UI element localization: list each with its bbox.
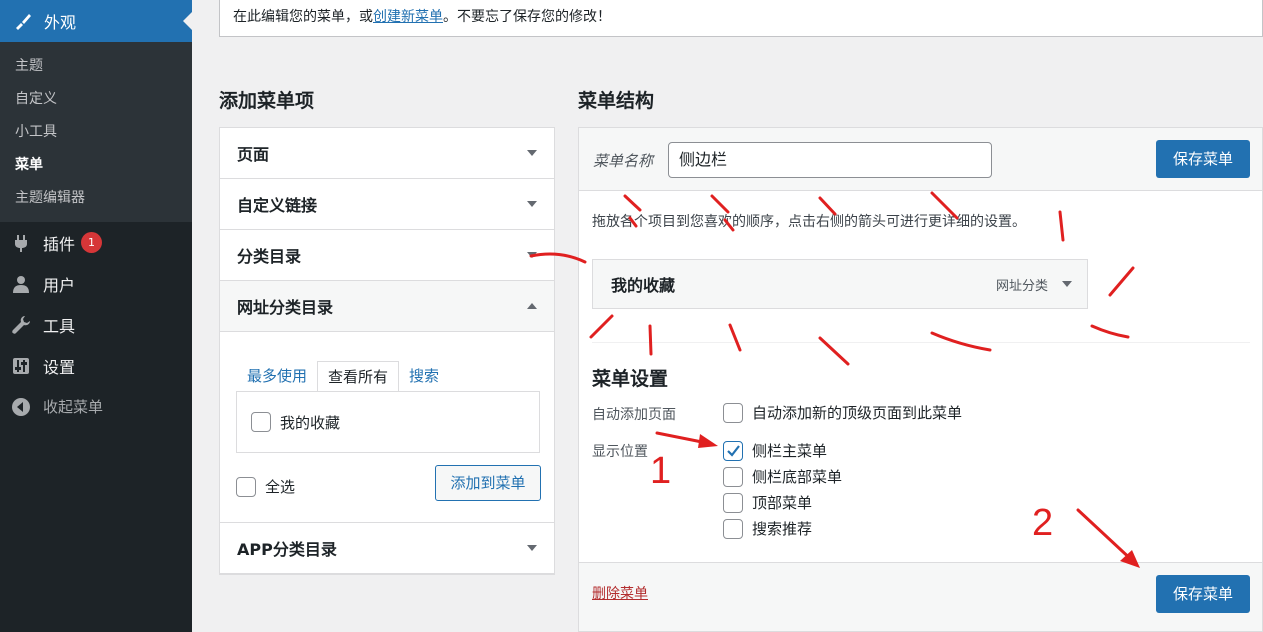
plugin-icon — [10, 232, 32, 254]
auto-add-checkbox[interactable] — [723, 402, 743, 423]
menu-structure-title: 菜单结构 — [578, 90, 655, 112]
accordion-title: APP分类目录 — [237, 540, 337, 559]
sidebar-collapse-label: 收起菜单 — [43, 398, 104, 416]
sidebar-item-label: 工具 — [43, 316, 76, 336]
submenu-theme-editor[interactable]: 主题编辑器 — [0, 182, 192, 215]
sidebar-item-label: 设置 — [43, 357, 76, 377]
save-menu-button-bottom[interactable]: 保存菜单 — [1156, 575, 1250, 613]
drag-instructions: 拖放各个项目到您喜欢的顺序，点击右侧的箭头可进行更详细的设置。 — [592, 214, 1026, 230]
notice-text-end: 。不要忘了保存您的修改！ — [443, 9, 611, 25]
favorites-label: 我的收藏 — [280, 413, 341, 432]
auto-add-option: 自动添加新的顶级页面到此菜单 — [723, 402, 962, 423]
location-search-recommend-checkbox[interactable] — [723, 518, 743, 539]
tab-view-all[interactable]: 查看所有 — [317, 361, 400, 392]
accordion-title: 自定义链接 — [237, 196, 318, 215]
save-menu-button-top[interactable]: 保存菜单 — [1156, 140, 1250, 178]
add-menu-items-panel: 页面 自定义链接 分类目录 网址分类目录 最多使用 查看所有 搜索 我的收藏 全… — [219, 127, 555, 575]
appearance-submenu: 主题 自定义 小工具 菜单 主题编辑器 — [0, 42, 192, 222]
submenu-customize[interactable]: 自定义 — [0, 83, 192, 116]
edit-notice: 在此编辑您的菜单，或创建新菜单。不要忘了保存您的修改！ — [219, 0, 1263, 37]
sidebar-item-label: 插件 — [43, 234, 76, 254]
menu-item-type: 网址分类 — [995, 278, 1048, 294]
location-label: 搜索推荐 — [752, 520, 813, 538]
sidebar-item-tools[interactable]: 工具 — [0, 304, 192, 345]
location-label: 侧栏主菜单 — [752, 442, 828, 460]
chevron-down-icon — [527, 252, 537, 258]
select-all-label: 全选 — [265, 478, 296, 496]
accordion-custom-links[interactable]: 自定义链接 — [220, 179, 554, 230]
sidebar-item-plugins[interactable]: 插件 1 — [0, 222, 192, 263]
menu-name-input[interactable]: 侧边栏 — [668, 142, 992, 178]
chevron-down-icon — [527, 150, 537, 156]
notice-text: 在此编辑您的菜单，或 — [233, 9, 373, 25]
menu-name-label: 菜单名称 — [593, 152, 654, 170]
accordion-title: 网址分类目录 — [237, 298, 334, 317]
user-icon — [10, 273, 32, 295]
menu-item-title: 我的收藏 — [611, 276, 676, 295]
auto-add-option-label: 自动添加新的顶级页面到此菜单 — [752, 404, 963, 422]
submenu-themes[interactable]: 主题 — [0, 50, 192, 83]
submenu-widgets[interactable]: 小工具 — [0, 116, 192, 149]
settings-icon — [10, 355, 32, 377]
add-to-menu-button[interactable]: 添加到菜单 — [435, 465, 541, 501]
auto-add-label: 自动添加页面 — [592, 407, 676, 423]
location-search-recommend: 搜索推荐 — [723, 518, 812, 539]
accordion-categories[interactable]: 分类目录 — [220, 230, 554, 281]
select-all: 全选 — [236, 476, 295, 497]
sidebar-appearance[interactable]: 外观 — [0, 0, 192, 42]
location-label: 顶部菜单 — [752, 494, 813, 512]
accordion-app-categories[interactable]: APP分类目录 — [220, 523, 554, 574]
divider — [592, 342, 1250, 343]
accordion-pages[interactable]: 页面 — [220, 128, 554, 179]
accordion-title: 分类目录 — [237, 247, 302, 266]
wrench-icon — [10, 314, 32, 336]
menu-structure-panel: 菜单名称 侧边栏 保存菜单 拖放各个项目到您喜欢的顺序，点击右侧的箭头可进行更详… — [578, 127, 1263, 632]
location-sidebar-bottom: 侧栏底部菜单 — [723, 466, 842, 487]
sidebar-item-settings[interactable]: 设置 — [0, 345, 192, 386]
create-menu-link[interactable]: 创建新菜单 — [373, 9, 443, 25]
sidebar-item-users[interactable]: 用户 — [0, 263, 192, 304]
admin-sidebar: 外观 主题 自定义 小工具 菜单 主题编辑器 插件 1 用户 工具 设置 收起菜… — [0, 0, 192, 632]
checkmark-icon — [727, 444, 740, 457]
chevron-down-icon — [527, 201, 537, 207]
menu-item-favorites[interactable]: 我的收藏 网址分类 — [592, 259, 1088, 309]
location-label: 侧栏底部菜单 — [752, 468, 843, 486]
update-count-badge: 1 — [81, 232, 103, 253]
menu-header: 菜单名称 侧边栏 保存菜单 — [579, 128, 1262, 191]
tab-most-used[interactable]: 最多使用 — [237, 361, 317, 392]
location-sidebar-bottom-checkbox[interactable] — [723, 466, 743, 487]
current-indicator — [183, 12, 192, 30]
menu-item-meta: 网址分类 — [996, 275, 1072, 294]
location-top-menu: 顶部菜单 — [723, 492, 812, 513]
submenu-menus[interactable]: 菜单 — [0, 149, 192, 182]
collapse-icon — [10, 396, 32, 418]
display-location-label: 显示位置 — [592, 444, 648, 460]
brush-icon — [12, 10, 34, 32]
favorites-checkbox[interactable] — [251, 412, 271, 432]
chevron-down-icon[interactable] — [1062, 281, 1072, 287]
location-sidebar-main: 侧栏主菜单 — [723, 440, 827, 461]
sidebar-appearance-label: 外观 — [44, 13, 77, 32]
menu-footer: 删除菜单 保存菜单 — [579, 562, 1262, 631]
url-categories-body: 最多使用 查看所有 搜索 我的收藏 全选 添加到菜单 — [220, 332, 554, 523]
accordion-url-categories[interactable]: 网址分类目录 — [220, 281, 554, 332]
tab-bar: 最多使用 查看所有 搜索 — [237, 361, 449, 392]
sidebar-item-label: 用户 — [43, 275, 76, 295]
tab-panel: 我的收藏 — [236, 391, 540, 453]
accordion-title: 页面 — [237, 145, 270, 164]
menu-settings-title: 菜单设置 — [592, 368, 669, 390]
location-sidebar-main-checkbox[interactable] — [723, 440, 743, 461]
sidebar-collapse[interactable]: 收起菜单 — [0, 386, 192, 427]
add-items-title: 添加菜单项 — [219, 90, 315, 112]
select-all-checkbox[interactable] — [236, 476, 256, 497]
tab-search[interactable]: 搜索 — [399, 361, 449, 392]
chevron-down-icon — [527, 545, 537, 551]
location-top-menu-checkbox[interactable] — [723, 492, 743, 513]
chevron-up-icon — [527, 303, 537, 309]
delete-menu-link[interactable]: 删除菜单 — [592, 583, 648, 603]
